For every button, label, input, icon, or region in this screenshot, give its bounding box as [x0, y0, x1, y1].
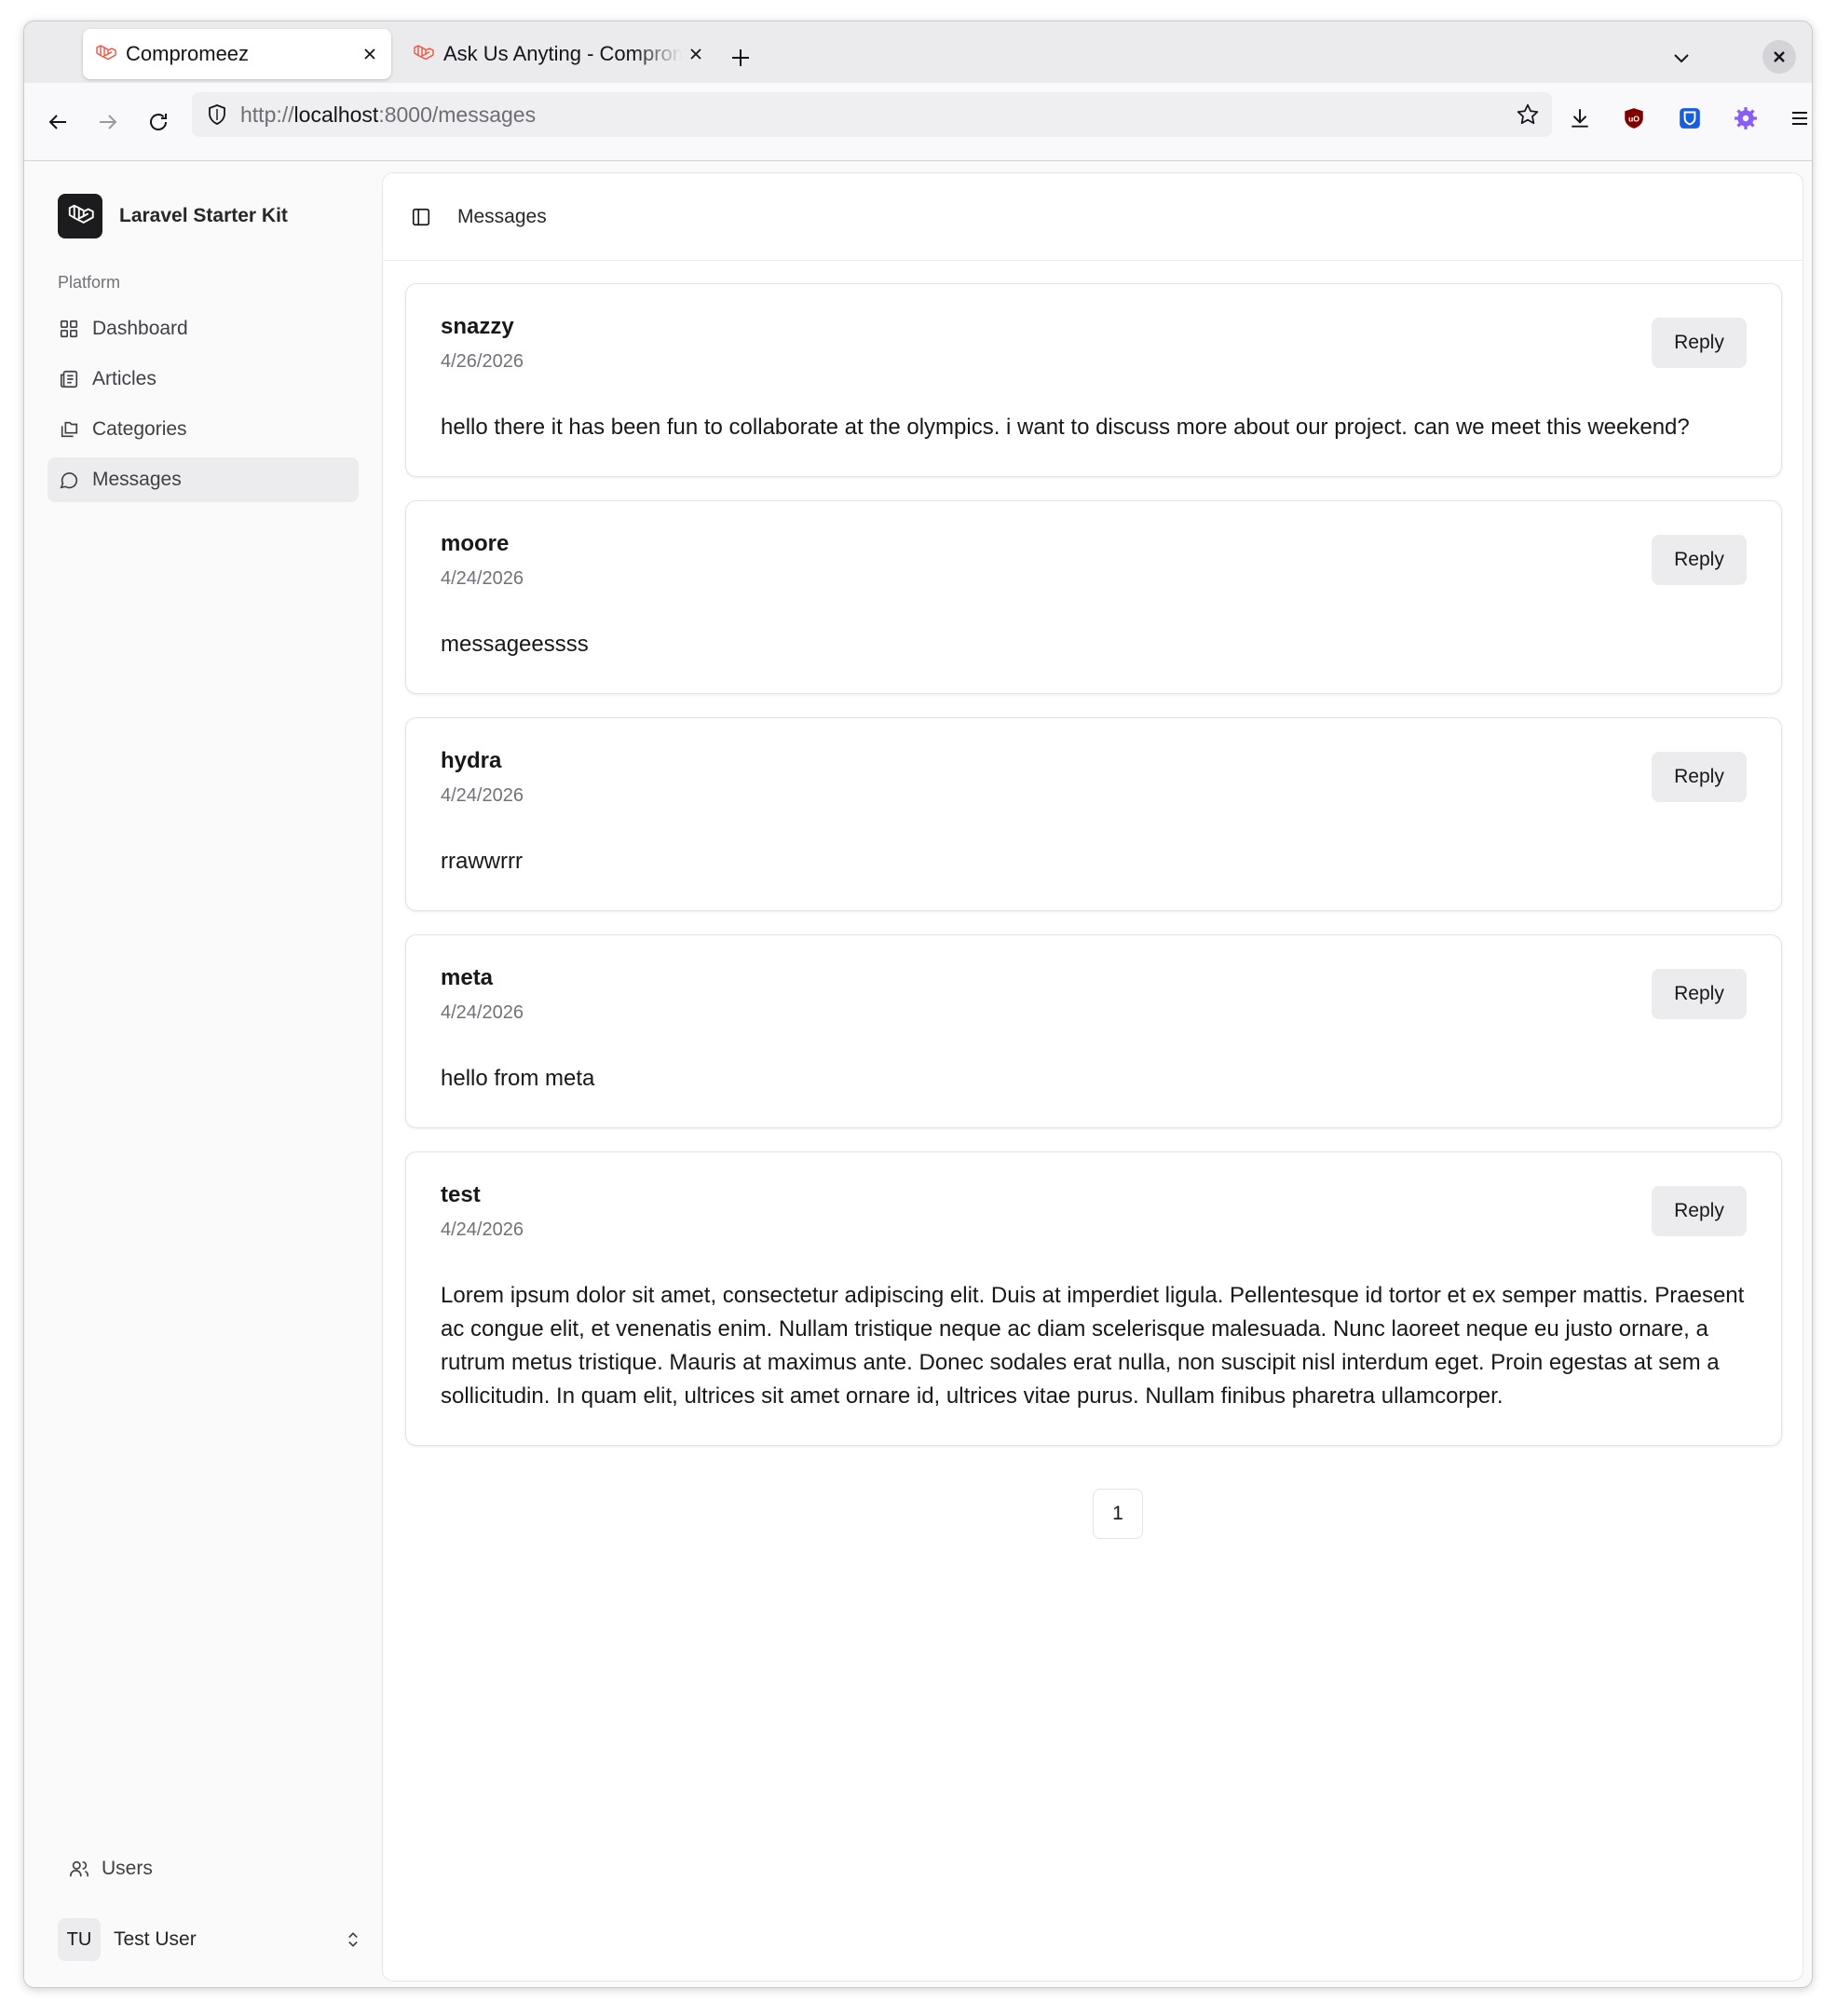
tab-close-icon[interactable] — [682, 40, 710, 68]
laravel-logo-icon — [58, 194, 102, 238]
message-body: hello there it has been fun to collabora… — [441, 415, 1690, 440]
tab-ask-us-anything[interactable]: Ask Us Anyting - Compromeez — [401, 29, 717, 79]
chevrons-up-down-icon — [341, 1927, 365, 1952]
forward-arrow-icon[interactable] — [89, 103, 127, 141]
navigation-toolbar: http://localhost:8000/messages uO — [24, 83, 1812, 161]
message-date: 4/24/2026 — [441, 1219, 524, 1240]
sidebar-link-users[interactable]: Users — [67, 1857, 153, 1881]
downloads-icon[interactable] — [1561, 100, 1599, 137]
bitwarden-extension-icon[interactable] — [1671, 100, 1708, 137]
message-date: 4/24/2026 — [441, 785, 524, 806]
sidebar: Laravel Starter Kit Platform Dashboard A… — [24, 161, 381, 1987]
tracking-protection-shield-icon[interactable] — [194, 92, 240, 137]
tab-title: Compromeez — [126, 42, 250, 65]
reply-button[interactable]: Reply — [1652, 1186, 1747, 1236]
sidebar-item-messages[interactable]: Messages — [48, 457, 359, 502]
reload-icon[interactable] — [140, 103, 177, 141]
browser-window: Compromeez Ask Us Anyting - Compromeez — [23, 20, 1813, 1988]
user-menu-button[interactable]: TU Test User — [58, 1917, 365, 1962]
reply-button[interactable]: Reply — [1652, 969, 1747, 1019]
message-body: hello from meta — [441, 1066, 595, 1091]
newspaper-icon — [57, 367, 81, 391]
tab-close-icon[interactable] — [356, 40, 384, 68]
users-link-label: Users — [102, 1858, 153, 1879]
laravel-favicon-icon — [410, 41, 436, 67]
dashboard-grid-icon — [57, 317, 81, 341]
sidebar-item-label: Messages — [92, 469, 182, 490]
laravel-favicon-icon — [92, 41, 118, 67]
message-sender: test — [441, 1182, 481, 1207]
sidebar-toggle-icon[interactable] — [405, 201, 437, 233]
message-body: rrawwrrr — [441, 849, 523, 874]
tab-title: Ask Us Anyting - Compromeez — [443, 42, 682, 65]
message-card: moore 4/24/2026 Reply messageessss — [405, 500, 1782, 694]
sidebar-item-categories[interactable]: Categories — [48, 407, 359, 452]
back-arrow-icon[interactable] — [39, 103, 76, 141]
list-all-tabs-chevron-icon[interactable] — [1666, 42, 1697, 74]
url-text: http://localhost:8000/messages — [240, 102, 537, 127]
svg-text:uO: uO — [1628, 114, 1640, 123]
sidebar-item-label: Dashboard — [92, 318, 188, 339]
reply-button[interactable]: Reply — [1652, 752, 1747, 802]
main-header: Messages — [383, 173, 1803, 261]
message-date: 4/24/2026 — [441, 568, 524, 589]
message-sender: hydra — [441, 748, 502, 773]
page-content: Laravel Starter Kit Platform Dashboard A… — [24, 161, 1812, 1987]
reply-button[interactable]: Reply — [1652, 535, 1747, 585]
message-date: 4/26/2026 — [441, 351, 524, 372]
message-date: 4/24/2026 — [441, 1002, 524, 1023]
message-card: snazzy 4/26/2026 Reply hello there it ha… — [405, 283, 1782, 477]
pagination-page-1[interactable]: 1 — [1093, 1489, 1143, 1539]
extension-gear-icon[interactable] — [1727, 100, 1764, 137]
new-tab-plus-icon[interactable] — [725, 42, 756, 74]
tab-strip: Compromeez Ask Us Anyting - Compromeez — [24, 21, 1812, 83]
main-panel: Messages snazzy 4/26/2026 Reply hello th… — [382, 172, 1803, 1982]
avatar: TU — [58, 1918, 101, 1961]
message-body: messageessss — [441, 632, 589, 657]
address-bar[interactable]: http://localhost:8000/messages — [192, 92, 1552, 137]
message-card: test 4/24/2026 Reply Lorem ipsum dolor s… — [405, 1151, 1782, 1446]
sidebar-section-label: Platform — [58, 273, 121, 292]
tab-compromeez[interactable]: Compromeez — [83, 29, 391, 79]
hamburger-menu-icon[interactable] — [1781, 100, 1812, 137]
message-circle-icon — [57, 468, 81, 492]
page-title: Messages — [457, 205, 547, 227]
message-sender: meta — [441, 965, 494, 990]
message-card: hydra 4/24/2026 Reply rrawwrrr — [405, 717, 1782, 911]
sidebar-item-articles[interactable]: Articles — [48, 357, 359, 402]
ublock-origin-extension-icon[interactable]: uO — [1615, 100, 1653, 137]
message-sender: snazzy — [441, 314, 514, 339]
users-icon — [67, 1857, 91, 1881]
brand-name: Laravel Starter Kit — [119, 205, 288, 226]
bookmark-star-icon[interactable] — [1511, 98, 1544, 131]
brand-link[interactable]: Laravel Starter Kit — [58, 194, 288, 238]
sidebar-item-label: Articles — [92, 368, 156, 389]
message-card: meta 4/24/2026 Reply hello from meta — [405, 934, 1782, 1128]
folders-icon — [57, 417, 81, 442]
message-body: Lorem ipsum dolor sit amet, consectetur … — [441, 1283, 1745, 1409]
message-sender: moore — [441, 531, 510, 556]
reply-button[interactable]: Reply — [1652, 318, 1747, 368]
sidebar-item-label: Categories — [92, 418, 187, 440]
user-name: Test User — [114, 1928, 197, 1950]
window-close-icon[interactable] — [1762, 40, 1796, 74]
sidebar-item-dashboard[interactable]: Dashboard — [48, 306, 359, 351]
